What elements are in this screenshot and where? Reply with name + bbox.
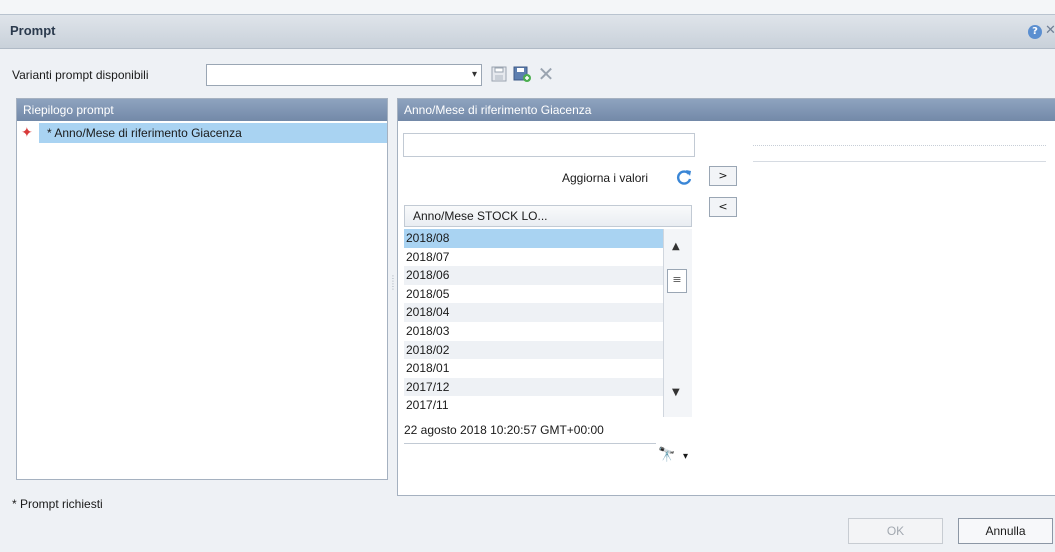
variants-dropdown[interactable]: ▾ — [206, 64, 482, 86]
selected-values-list[interactable] — [753, 135, 1048, 175]
list-item[interactable]: 2018/02 — [404, 340, 663, 360]
detail-header: Anno/Mese di riferimento Giacenza — [398, 99, 1055, 121]
scroll-up-icon[interactable]: ▲ — [672, 241, 680, 252]
scroll-thumb[interactable]: ≡ — [667, 269, 687, 293]
search-options-chevron-icon[interactable]: ▾ — [683, 451, 688, 462]
background-window-strip — [0, 0, 1055, 14]
summary-item-anno-mese[interactable]: * Anno/Mese di riferimento Giacenza — [39, 123, 387, 143]
required-prompts-note: * Prompt richiesti — [12, 497, 103, 511]
cancel-button[interactable]: Annulla — [958, 518, 1053, 544]
list-item[interactable]: 2018/06 — [404, 266, 663, 285]
prompt-summary-panel: Riepilogo prompt ✦ * Anno/Mese di riferi… — [16, 98, 388, 480]
binoculars-search-icon[interactable]: 🔭 — [658, 447, 675, 463]
ok-button[interactable]: OK — [848, 518, 943, 544]
current-prompt-indicator-icon: ✦ — [21, 125, 33, 141]
prompt-detail-panel: Anno/Mese di riferimento Giacenza Aggior… — [397, 98, 1055, 496]
list-item[interactable]: 2017/11 — [404, 396, 663, 415]
value-entry-input[interactable] — [403, 133, 695, 157]
list-item[interactable]: 2018/04 — [404, 303, 663, 322]
dialog-title: Prompt — [10, 23, 56, 38]
last-refresh-timestamp: 22 agosto 2018 10:20:57 GMT+00:00 — [404, 423, 604, 437]
panel-splitter-handle[interactable]: ⋮ ⋮ — [389, 275, 397, 315]
save-icon[interactable] — [490, 65, 508, 83]
refresh-values-link[interactable]: Aggiorna i valori — [562, 171, 648, 185]
list-item[interactable]: 2018/03 — [404, 322, 663, 341]
list-item[interactable]: 2018/01 — [404, 359, 663, 378]
available-values-list[interactable]: 2018/08 2018/07 2018/06 2018/05 2018/04 … — [404, 229, 663, 417]
close-icon[interactable]: ✕ — [1045, 23, 1055, 38]
dialog-titlebar: Prompt ? ✕ — [0, 15, 1055, 49]
refresh-icon[interactable] — [675, 168, 693, 186]
list-item[interactable]: 2018/05 — [404, 285, 663, 304]
summary-header: Riepilogo prompt — [17, 99, 387, 121]
delete-icon[interactable]: ✕ — [536, 64, 556, 84]
remove-selected-button[interactable]: < — [709, 197, 737, 217]
variants-label: Varianti prompt disponibili — [12, 68, 149, 82]
chevron-down-icon[interactable]: ▾ — [472, 69, 477, 80]
list-item[interactable]: 2018/08 — [404, 229, 663, 248]
values-column-header[interactable]: Anno/Mese STOCK LO... — [404, 205, 692, 227]
add-selected-button[interactable]: > — [709, 166, 737, 186]
save-as-icon[interactable] — [513, 65, 531, 83]
values-scrollbar[interactable]: ▲ ≡ ▼ — [663, 229, 692, 417]
selected-list-divider — [753, 145, 1046, 146]
find-value-input[interactable] — [404, 443, 656, 467]
prompt-dialog: Prompt ? ✕ Varianti prompt disponibili ▾… — [0, 14, 1055, 552]
help-icon[interactable]: ? — [1028, 25, 1042, 39]
scroll-down-icon[interactable]: ▼ — [672, 387, 680, 398]
selected-list-divider — [753, 161, 1046, 162]
list-item[interactable]: 2018/07 — [404, 248, 663, 267]
list-item[interactable]: 2017/12 — [404, 377, 663, 397]
